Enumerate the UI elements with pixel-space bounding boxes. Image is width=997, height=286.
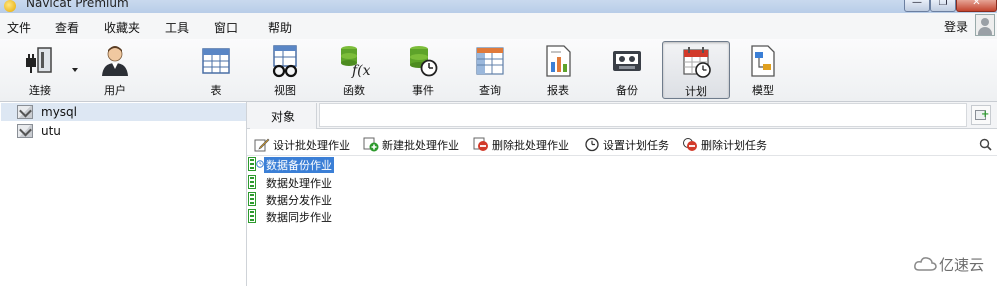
toolbar-connect-label: 连接 (29, 84, 51, 97)
batch-job-name: 数据同步作业 (266, 211, 332, 224)
chevron-down-icon[interactable] (72, 68, 78, 72)
connection-item-mysql[interactable]: mysql (1, 103, 246, 121)
avatar[interactable] (975, 14, 995, 36)
add-tab-icon[interactable] (971, 105, 991, 125)
event-icon (410, 46, 438, 77)
menu-view[interactable]: 查看 (55, 19, 79, 36)
batch-job-icon (248, 157, 256, 171)
toolbar-table-button[interactable]: 表 (186, 41, 246, 99)
batch-job-list: 数据备份作业 数据处理作业 数据分发作业 数据同步作业 (247, 156, 997, 286)
title-bar: Navicat Premium — ❐ ✕ (0, 0, 997, 13)
toolbar-report-button[interactable]: 报表 (528, 41, 588, 99)
function-icon: f(x) (341, 46, 370, 78)
connection-name: mysql (41, 105, 77, 119)
object-action-bar: 设计批处理作业 新建批处理作业 删除批处理作业 设置计划任务 删除计划任务 (247, 131, 997, 156)
design-batch-job-label: 设计批处理作业 (273, 139, 350, 152)
toolbar-report-label: 报表 (547, 84, 569, 97)
menu-bar: 文件 查看 收藏夹 工具 窗口 帮助 (0, 13, 997, 39)
menu-file[interactable]: 文件 (7, 19, 31, 36)
view-icon (272, 45, 298, 78)
minimize-button[interactable]: — (904, 0, 930, 12)
toolbar-connect-button[interactable]: 连接 (10, 41, 70, 99)
toolbar-model-label: 模型 (752, 84, 774, 97)
close-icon: ✕ (972, 0, 981, 8)
tab-strip-area (319, 103, 967, 127)
delete-schedule-task-label: 删除计划任务 (701, 139, 767, 152)
delete-schedule-icon (683, 138, 697, 151)
connection-icon (17, 105, 33, 119)
toolbar-function-button[interactable]: f(x) 函数 (324, 41, 384, 99)
toolbar-view-label: 视图 (274, 84, 296, 97)
toolbar-query-button[interactable]: 查询 (460, 41, 520, 99)
maximize-button[interactable]: ❐ (930, 0, 956, 12)
batch-job-name: 数据备份作业 (264, 157, 334, 173)
batch-job-icon (248, 192, 256, 206)
app-logo-icon (4, 0, 16, 12)
object-tab-bar: 对象 (247, 102, 997, 129)
delete-icon (473, 137, 488, 151)
design-icon (254, 138, 270, 152)
toolbar-event-button[interactable]: 事件 (393, 41, 453, 99)
batch-job-name: 数据分发作业 (266, 194, 332, 207)
toolbar-table-label: 表 (210, 84, 222, 97)
menu-favorites[interactable]: 收藏夹 (104, 19, 140, 36)
watermark-text: 亿速云 (939, 256, 985, 274)
toolbar-function-label: 函数 (343, 84, 365, 97)
menu-window[interactable]: 窗口 (214, 19, 238, 36)
new-batch-job-label: 新建批处理作业 (382, 139, 459, 152)
tab-objects[interactable]: 对象 (250, 103, 317, 129)
batch-job-icon (248, 209, 256, 223)
toolbar-schedule-button[interactable]: 计划 (662, 41, 730, 99)
connection-item-utu[interactable]: utu (1, 122, 246, 140)
user-icon (102, 46, 128, 76)
connection-tree: mysql utu (0, 102, 247, 286)
toolbar-user-label: 用户 (104, 84, 126, 97)
toolbar-event-label: 事件 (412, 84, 434, 97)
set-schedule-task-label: 设置计划任务 (603, 139, 669, 152)
batch-job-icon (248, 175, 256, 189)
query-icon (476, 47, 504, 75)
toolbar-view-button[interactable]: 视图 (255, 41, 315, 99)
connection-name: utu (41, 124, 61, 138)
toolbar-model-button[interactable]: 模型 (733, 41, 793, 99)
connection-icon (17, 124, 33, 138)
main-toolbar: 连接 用户 表 视图 f(x 函数 事件 查询 报表 备份 计划 模型 (0, 39, 997, 102)
delete-batch-job-label: 删除批处理作业 (492, 139, 569, 152)
table-icon (202, 48, 230, 74)
minimize-icon: — (912, 0, 922, 8)
toolbar-user-button[interactable]: 用户 (85, 41, 145, 99)
schedule-icon (683, 47, 711, 78)
model-icon (751, 45, 775, 77)
login-link[interactable]: 登录 (944, 18, 968, 35)
toolbar-query-label: 查询 (479, 84, 501, 97)
backup-icon (613, 51, 641, 71)
close-button[interactable]: ✕ (956, 0, 997, 12)
toolbar-backup-label: 备份 (616, 84, 638, 97)
menu-help[interactable]: 帮助 (268, 19, 292, 36)
menu-tools[interactable]: 工具 (165, 19, 189, 36)
search-icon[interactable] (979, 138, 992, 151)
clock-icon (585, 137, 599, 152)
toolbar-backup-button[interactable]: 备份 (597, 41, 657, 99)
maximize-icon: ❐ (938, 0, 948, 8)
window-title: Navicat Premium (26, 0, 129, 10)
clock-icon (256, 160, 264, 168)
plug-icon (26, 47, 52, 73)
cloud-logo-icon (914, 257, 937, 271)
new-icon (363, 137, 379, 152)
report-icon (546, 45, 571, 77)
svg-text:f(x): f(x) (351, 63, 370, 78)
batch-job-name: 数据处理作业 (266, 177, 332, 190)
toolbar-schedule-label: 计划 (685, 85, 707, 98)
